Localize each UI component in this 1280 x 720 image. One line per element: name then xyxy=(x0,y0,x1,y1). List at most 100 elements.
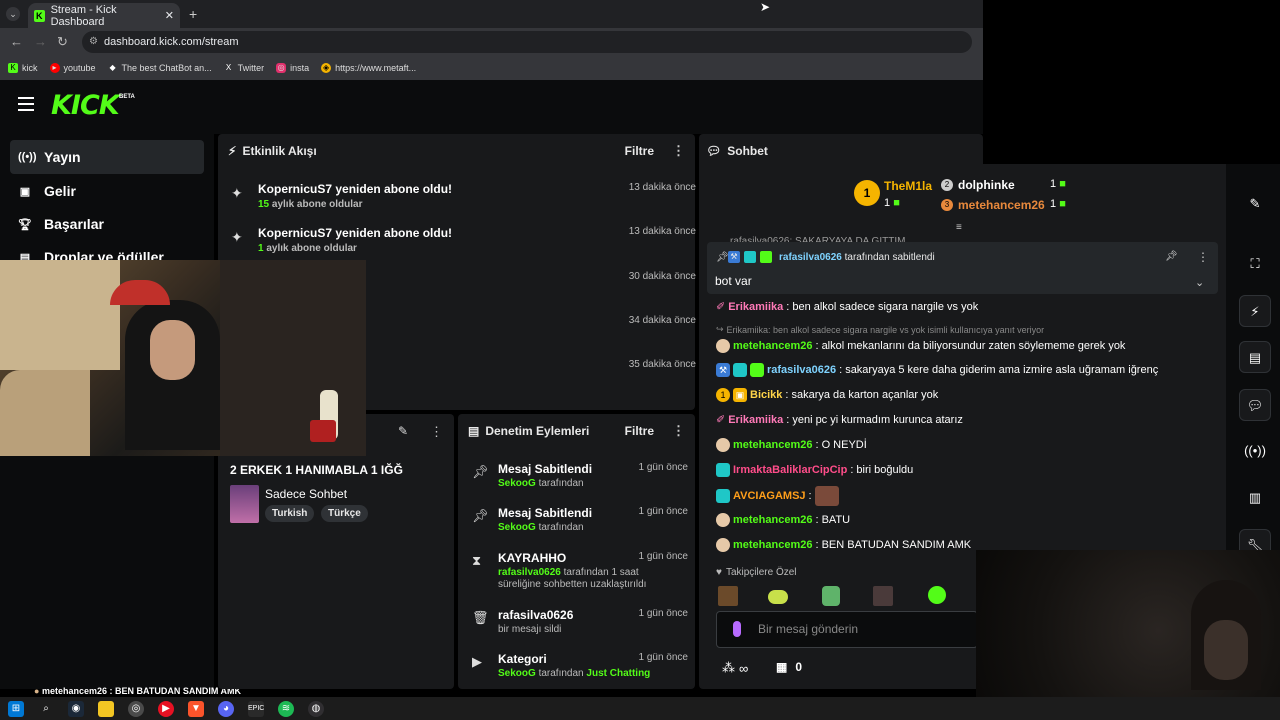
activity-header: ⚡︎ Etkinlik Akışı Filtre ⋮ xyxy=(218,134,695,168)
bookmark-insta[interactable]: ◎ insta xyxy=(276,63,309,73)
chat-message[interactable]: ✐ Erikamiika: yeni pc yi kurmadım kurunc… xyxy=(716,413,963,427)
chat-message[interactable]: 1 ▣ Bicikk: sakarya da karton açanlar yo… xyxy=(716,388,938,402)
tag[interactable]: Turkish xyxy=(265,505,315,522)
new-tab-icon[interactable]: + xyxy=(189,6,197,22)
expand-gifters-icon[interactable]: ≡ xyxy=(956,222,962,233)
category-thumbnail xyxy=(230,485,259,523)
chrome-icon[interactable]: ◎ xyxy=(128,700,144,717)
users-icon: ⁂ xyxy=(722,660,735,675)
more-icon[interactable]: ⋮ xyxy=(672,423,685,439)
webcam-overlay xyxy=(0,260,366,456)
og-badge-icon xyxy=(744,251,756,263)
obs-icon[interactable]: ◍ xyxy=(308,700,324,717)
mouse-cursor-icon: ➤ xyxy=(760,0,771,14)
activity-title: Etkinlik Akışı xyxy=(242,144,317,158)
chevron-down-icon[interactable]: ⌄ xyxy=(1195,276,1204,289)
discord-icon[interactable]: ◕ xyxy=(218,700,234,717)
chat-message[interactable]: metehancem26: BATU xyxy=(716,513,850,527)
tag[interactable]: Türkçe xyxy=(321,505,368,522)
media-player-icon[interactable]: ▶ xyxy=(158,700,174,717)
bookmark-metaft[interactable]: ◈ https://www.metaft... xyxy=(321,63,416,73)
emote-2[interactable] xyxy=(768,590,788,604)
chat-message[interactable]: metehancem26: alkol mekanlarını da biliy… xyxy=(716,339,1125,353)
moderator-badge-icon: ⚒ xyxy=(728,251,740,263)
gift-icon: ■ xyxy=(1059,178,1066,190)
points-counter[interactable]: ▦ 0 xyxy=(776,660,802,674)
bookmark-chatbot[interactable]: ◆ The best ChatBot an... xyxy=(108,63,211,73)
bookmark-youtube[interactable]: ▸ youtube xyxy=(49,63,96,73)
top-gifter-name[interactable]: dolphinke xyxy=(958,178,1015,192)
emote-5[interactable] xyxy=(928,586,946,604)
shield-icon: ◈ xyxy=(321,63,332,73)
moderation-panel: ▤ Denetim Eylemleri Filtre ⋮ 📌︎ Mesaj Sa… xyxy=(458,414,695,689)
category-name[interactable]: Sadece Sohbet xyxy=(265,487,347,501)
close-icon[interactable]: ✕ xyxy=(165,9,174,22)
forward-icon[interactable]: → xyxy=(34,34,47,49)
cookie-badge-icon xyxy=(716,438,730,452)
tab-search-icon[interactable]: ⌄ xyxy=(6,7,20,21)
chat-message[interactable]: metehancem26: O NEYDİ xyxy=(716,438,867,452)
moderation-filter-button[interactable]: Filtre xyxy=(625,424,654,438)
gift-subs-counter[interactable]: ⁂ ∞ xyxy=(722,660,748,676)
sidebar-item-gelir[interactable]: ▣ Gelir xyxy=(10,174,204,208)
spotify-icon[interactable]: ≋ xyxy=(278,700,294,717)
unpin-icon[interactable]: 📌︎ xyxy=(1165,251,1178,262)
chat-message[interactable]: ⚒ rafasilva0626: sakaryaya 5 kere daha g… xyxy=(716,363,1158,377)
emote-1[interactable] xyxy=(718,586,738,606)
bookmark-twitter[interactable]: X Twitter xyxy=(224,63,264,73)
file-explorer-icon[interactable] xyxy=(98,700,114,717)
top-gifter-name[interactable]: TheM1la xyxy=(884,179,932,193)
pencil-icon[interactable]: ✎ xyxy=(1239,188,1271,220)
broadcast-icon[interactable]: ((•)) xyxy=(1239,435,1271,467)
lightning-icon[interactable]: ⚡︎ xyxy=(1239,295,1271,327)
menu-icon[interactable] xyxy=(18,97,34,111)
browser-tab[interactable]: K Stream - Kick Dashboard ✕ xyxy=(28,3,180,28)
bookmark-kick[interactable]: Kkick xyxy=(8,63,38,73)
chat-message[interactable]: IrmaktaBaliklarCipCip: biri boğuldu xyxy=(716,463,913,477)
chat-panel xyxy=(699,134,983,689)
brave-icon[interactable]: ▼ xyxy=(188,700,204,717)
windows-start-icon[interactable]: ⊞ xyxy=(8,700,24,717)
kick-favicon-icon: K xyxy=(34,9,45,22)
gift-icon: ■ xyxy=(893,197,900,209)
moderation-header: ▤ Denetim Eylemleri Filtre ⋮ xyxy=(468,423,685,439)
activity-filter-button[interactable]: Filtre xyxy=(625,144,654,158)
notes-icon[interactable]: ▤ xyxy=(1239,341,1271,373)
emote-4[interactable] xyxy=(873,586,893,606)
chat-icon: 💬︎ xyxy=(706,144,722,158)
steam-icon[interactable]: ◉ xyxy=(68,700,84,717)
webcam-face xyxy=(150,320,195,380)
rank-3-badge: 3 xyxy=(941,199,953,211)
layout-icon[interactable]: ▥ xyxy=(1239,482,1271,514)
kick-logo[interactable]: KICK xyxy=(51,90,120,121)
sidebar-item-basarilar[interactable]: 🏆︎ Başarılar xyxy=(10,207,204,241)
chat-message[interactable]: metehancem26: BEN BATUDAN SANDIM AMK xyxy=(716,538,971,552)
back-icon[interactable]: ← xyxy=(10,34,23,49)
reload-icon[interactable]: ↻ xyxy=(57,34,68,50)
top-gifter-name[interactable]: metehancem26 xyxy=(958,198,1045,212)
more-icon[interactable]: ⋮ xyxy=(430,424,443,440)
more-icon[interactable]: ⋮ xyxy=(672,143,685,159)
chat-message[interactable]: AVCIAGAMSJ: xyxy=(716,486,839,506)
webcam-wall xyxy=(0,260,120,370)
chat-input[interactable]: Bir mesaj gönderin xyxy=(716,611,978,648)
pin-icon: 📌︎ xyxy=(472,464,489,479)
youtube-icon: ▸ xyxy=(49,63,60,73)
emote-3[interactable] xyxy=(822,586,840,606)
chat-icon[interactable]: 💬︎ xyxy=(1239,389,1271,421)
address-bar[interactable]: ⚙ dashboard.kick.com/stream xyxy=(82,31,972,53)
chat-message[interactable]: ✐ Erikamiika: ben alkol sadece sigara na… xyxy=(716,300,978,314)
sidebar-item-yayin[interactable]: ((•)) Yayın xyxy=(10,140,204,174)
search-icon[interactable]: ⌕ xyxy=(38,701,54,717)
microphone-icon[interactable] xyxy=(733,621,741,637)
webcam-face-2 xyxy=(1204,620,1248,680)
more-icon[interactable]: ⋮ xyxy=(1197,250,1209,264)
screenshot-icon[interactable]: ⛶ xyxy=(1239,248,1271,280)
rank-2-badge: 2 xyxy=(941,179,953,191)
epic-games-icon[interactable]: EPIC xyxy=(248,700,264,717)
webcam-couch xyxy=(0,370,90,456)
edit-icon[interactable]: ✎ xyxy=(398,424,408,438)
cookie-badge-icon xyxy=(716,513,730,527)
site-info-icon[interactable]: ⚙ xyxy=(89,31,98,53)
emote-image xyxy=(814,486,839,506)
